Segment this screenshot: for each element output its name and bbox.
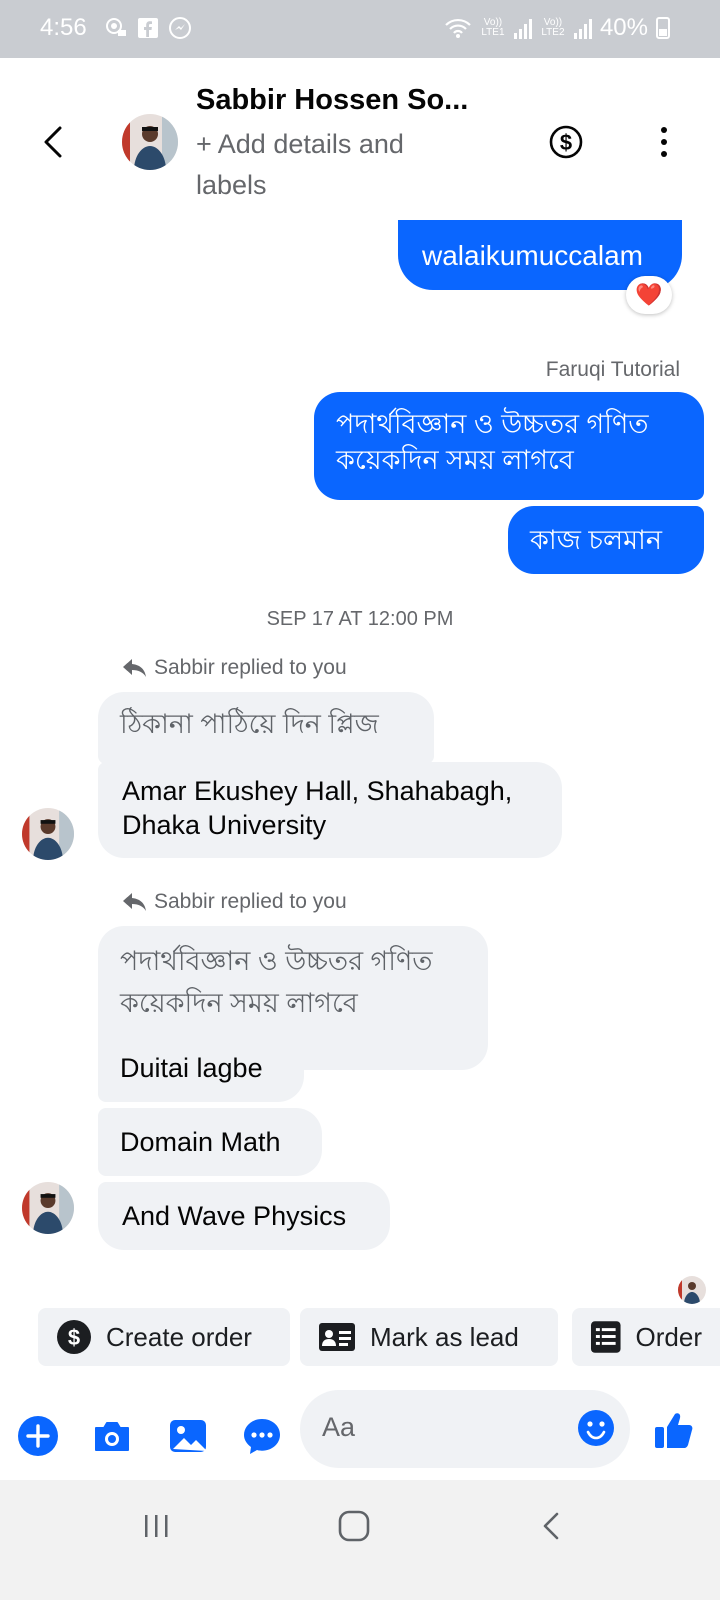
messenger-icon bbox=[169, 17, 191, 39]
back-nav-icon[interactable] bbox=[534, 1508, 570, 1544]
sender-avatar[interactable] bbox=[22, 808, 74, 860]
profile-photo bbox=[678, 1276, 706, 1304]
notification-icons bbox=[104, 16, 192, 40]
timestamp: SEP 17 AT 12:00 PM bbox=[266, 608, 454, 630]
chat-bubble-icon[interactable] bbox=[240, 1414, 284, 1458]
dollar-circle-icon: $ bbox=[57, 1320, 91, 1354]
reply-indicator: Sabbir replied to you bbox=[122, 890, 347, 914]
sim1-signal-icon bbox=[513, 17, 532, 39]
create-order-label: Create order bbox=[106, 1321, 252, 1352]
order-label: Order bbox=[635, 1321, 702, 1352]
svg-text:$: $ bbox=[560, 130, 572, 155]
status-bar: 4:56 Vo)) LTE1 Vo)) LTE2 40% bbox=[0, 0, 720, 58]
contact-avatar[interactable] bbox=[122, 114, 178, 170]
back-arrow-icon[interactable] bbox=[30, 118, 78, 166]
profile-photo bbox=[22, 1182, 74, 1234]
heart-emoji-icon: ❤️ bbox=[635, 282, 663, 308]
reply-arrow-icon bbox=[123, 893, 146, 911]
incoming-message[interactable]: Amar Ekushey Hall, Shahabagh, Dhaka Univ… bbox=[98, 762, 562, 858]
facebook-icon bbox=[138, 18, 158, 38]
sim2-signal-icon bbox=[573, 17, 592, 39]
sim2-label: Vo)) LTE2 bbox=[541, 17, 565, 38]
system-nav-bar bbox=[0, 1480, 720, 1600]
more-options-icon[interactable] bbox=[646, 124, 682, 160]
dollar-circle-icon[interactable]: $ bbox=[548, 124, 584, 160]
profile-photo bbox=[22, 808, 74, 860]
outgoing-message[interactable]: পদার্থবিজ্ঞান ও উচ্চতর গণিত কয়েকদিন সময… bbox=[314, 392, 704, 500]
quoted-message[interactable]: ঠিকানা পাঠিয়ে দিন প্লিজ bbox=[98, 692, 434, 764]
svg-text:$: $ bbox=[68, 1325, 80, 1350]
reply-arrow-icon bbox=[123, 659, 146, 677]
incoming-message[interactable]: Domain Math bbox=[98, 1108, 322, 1176]
message-placeholder: Aa bbox=[322, 1412, 356, 1442]
screen-recorder-icon bbox=[106, 18, 126, 36]
add-details-link[interactable]: + Add details and labels bbox=[196, 124, 456, 206]
thumbs-up-icon[interactable] bbox=[652, 1408, 696, 1452]
reply-label: Sabbir replied to you bbox=[154, 890, 347, 913]
plus-circle-icon[interactable] bbox=[16, 1414, 60, 1458]
contact-name[interactable]: Sabbir Hossen So... bbox=[196, 84, 468, 117]
order-list-icon bbox=[590, 1321, 621, 1353]
emoji-icon[interactable] bbox=[576, 1408, 616, 1448]
home-icon[interactable] bbox=[336, 1508, 372, 1544]
outgoing-message[interactable]: কাজ চলমান bbox=[508, 506, 704, 574]
wifi-icon bbox=[445, 18, 471, 38]
camera-icon[interactable] bbox=[90, 1414, 134, 1458]
profile-photo bbox=[122, 114, 178, 170]
id-card-icon bbox=[319, 1323, 355, 1351]
incoming-message[interactable]: Duitai lagbe bbox=[98, 1034, 304, 1102]
heart-reaction[interactable]: ❤️ bbox=[626, 276, 672, 314]
mark-as-lead-button[interactable]: Mark as lead bbox=[300, 1308, 558, 1366]
order-button[interactable]: Order bbox=[572, 1308, 720, 1366]
sender-label: Faruqi Tutorial bbox=[545, 358, 680, 381]
mark-as-lead-label: Mark as lead bbox=[370, 1321, 519, 1352]
status-right: Vo)) LTE1 Vo)) LTE2 40% bbox=[444, 14, 670, 42]
battery-icon bbox=[656, 17, 670, 39]
reply-indicator: Sabbir replied to you bbox=[122, 656, 347, 680]
seen-receipt-avatar bbox=[678, 1276, 706, 1304]
status-time: 4:56 bbox=[40, 14, 87, 41]
create-order-button[interactable]: $ Create order bbox=[38, 1308, 290, 1366]
sim1-label: Vo)) LTE1 bbox=[481, 17, 505, 38]
incoming-message[interactable]: And Wave Physics bbox=[98, 1182, 390, 1250]
gallery-icon[interactable] bbox=[166, 1414, 210, 1458]
sender-avatar[interactable] bbox=[22, 1182, 74, 1234]
battery-percent: 40% bbox=[599, 14, 648, 41]
recent-apps-icon[interactable] bbox=[140, 1510, 172, 1542]
reply-label: Sabbir replied to you bbox=[154, 656, 347, 679]
